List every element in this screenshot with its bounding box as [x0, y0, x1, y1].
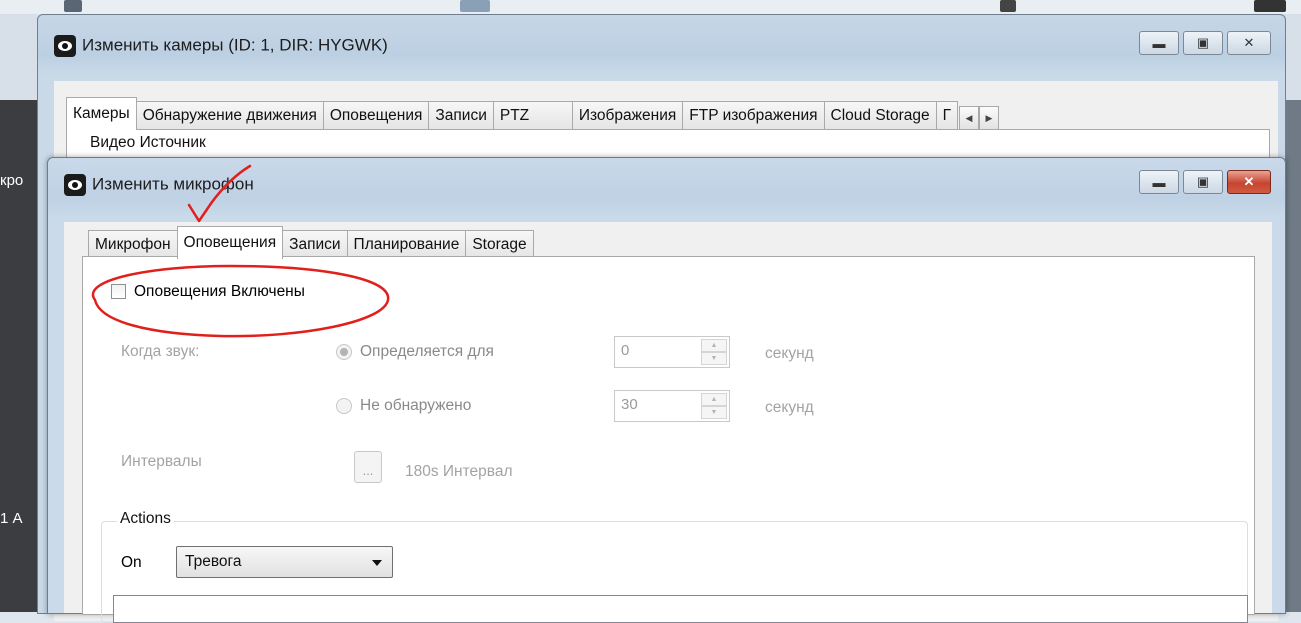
minimize-button[interactable]: ▬: [1139, 170, 1179, 194]
detected-for-radio[interactable]: [336, 343, 352, 360]
tab-more[interactable]: Г: [935, 101, 959, 130]
alerts-tab-panel: Оповещения Включены Когда звук: Определя…: [82, 256, 1255, 623]
spin-down-icon[interactable]: ▼: [701, 352, 727, 365]
intervals-value: 180s Интервал: [405, 463, 513, 480]
window-caption-buttons: ▬ ▣ ✕: [1139, 31, 1271, 55]
tab-ptz[interactable]: PTZ: [492, 101, 573, 130]
tab-alerts[interactable]: Оповещения: [322, 101, 430, 130]
tab-alerts[interactable]: Оповещения: [176, 226, 284, 259]
desktop-left-text: 1 А: [0, 510, 23, 527]
actions-list[interactable]: [113, 595, 1248, 623]
camera-tabs: Камеры Обнаружение движения Оповещения З…: [66, 97, 1000, 130]
spin-down-icon[interactable]: ▼: [701, 406, 727, 419]
maximize-button[interactable]: ▣: [1183, 31, 1223, 55]
tab-storage[interactable]: Storage: [465, 230, 534, 259]
close-button[interactable]: ✕: [1227, 170, 1271, 194]
spin-up-icon[interactable]: ▲: [701, 393, 727, 406]
tab-images[interactable]: Изображения: [571, 101, 684, 130]
close-button[interactable]: ✕: [1227, 31, 1271, 55]
on-select[interactable]: Тревога: [176, 546, 393, 578]
desktop-left-panel: кро 1 А: [0, 100, 37, 612]
alerts-enabled-row[interactable]: Оповещения Включены: [111, 283, 305, 301]
window-title-text: Изменить камеры (ID: 1, DIR: HYGWK): [82, 35, 388, 55]
tab-motion-detection[interactable]: Обнаружение движения: [135, 101, 324, 130]
detected-for-option[interactable]: Определяется для: [336, 343, 494, 361]
scroll-right-icon[interactable]: ▶: [979, 106, 1000, 130]
window-caption-buttons: ▬ ▣ ✕: [1139, 170, 1271, 194]
desktop-app-icon: [460, 0, 490, 12]
stepper-arrows: ▲ ▼: [701, 393, 727, 419]
alerts-enabled-checkbox[interactable]: [111, 284, 126, 300]
stepper-arrows: ▲ ▼: [701, 339, 727, 365]
scroll-left-icon[interactable]: ◀: [959, 106, 980, 130]
maximize-button[interactable]: ▣: [1183, 170, 1223, 194]
actions-group-label: Actions: [117, 510, 174, 528]
window-content: Микрофон Оповещения Записи Планирование …: [64, 222, 1272, 623]
detected-for-seconds-stepper[interactable]: 0 ▲ ▼: [614, 336, 730, 368]
spin-up-icon[interactable]: ▲: [701, 339, 727, 352]
not-detected-label: Не обнаружено: [360, 397, 472, 414]
on-label: On: [121, 554, 142, 571]
intervals-label: Интервалы: [121, 453, 202, 470]
not-detected-seconds-stepper[interactable]: 30 ▲ ▼: [614, 390, 730, 422]
alerts-enabled-label: Оповещения Включены: [134, 283, 305, 300]
tab-scroll-buttons: ◀ ▶: [959, 106, 1000, 130]
detected-for-label: Определяется для: [360, 343, 494, 360]
tab-cloud-storage[interactable]: Cloud Storage: [823, 101, 937, 130]
microphone-tabs: Микрофон Оповещения Записи Планирование …: [88, 226, 534, 259]
edit-microphone-window: Изменить микрофон ▬ ▣ ✕ Микрофон Оповеще…: [47, 157, 1286, 623]
window-title: Изменить микрофон: [64, 174, 254, 196]
desktop-right-panel: [1286, 100, 1301, 612]
seconds-label: секунд: [765, 345, 814, 362]
tab-scheduling[interactable]: Планирование: [346, 230, 467, 259]
window-title-text: Изменить микрофон: [92, 174, 254, 194]
desktop-left-text: кро: [0, 172, 24, 189]
desktop-app-icon: [64, 0, 82, 12]
chevron-down-icon: [372, 560, 382, 566]
desktop-top-bar: [0, 0, 1301, 14]
not-detected-radio[interactable]: [336, 397, 352, 414]
tab-microphone[interactable]: Микрофон: [88, 230, 178, 259]
eye-icon: [64, 174, 86, 196]
desktop-app-icon: [1254, 0, 1286, 12]
seconds-label: секунд: [765, 399, 814, 416]
window-title: Изменить камеры (ID: 1, DIR: HYGWK): [54, 35, 388, 57]
desktop-app-icon: [1000, 0, 1016, 12]
eye-icon: [54, 35, 76, 57]
detected-for-value: 0: [621, 342, 630, 359]
tab-recordings[interactable]: Записи: [282, 230, 348, 259]
not-detected-option[interactable]: Не обнаружено: [336, 397, 471, 415]
when-sound-label: Когда звук:: [121, 343, 200, 360]
not-detected-value: 30: [621, 396, 638, 413]
video-source-label: Видео Источник: [87, 134, 209, 152]
on-select-value: Тревога: [185, 553, 242, 570]
tab-recordings[interactable]: Записи: [428, 101, 494, 130]
tab-ftp-images[interactable]: FTP изображения: [682, 101, 825, 130]
minimize-button[interactable]: ▬: [1139, 31, 1179, 55]
tab-cameras[interactable]: Камеры: [66, 97, 137, 130]
intervals-button[interactable]: ...: [354, 451, 382, 483]
